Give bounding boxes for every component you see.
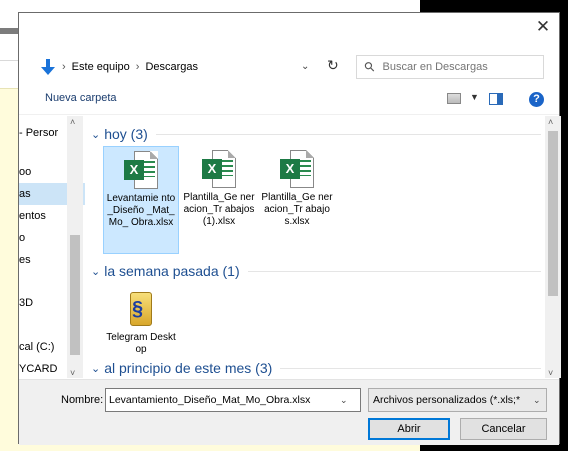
- scroll-thumb[interactable]: [70, 235, 80, 355]
- search-box[interactable]: ⚲: [356, 55, 544, 79]
- scroll-thumb[interactable]: [548, 131, 558, 296]
- breadcrumb-separator: ›: [135, 61, 140, 73]
- breadcrumb-este-equipo[interactable]: Este equipo: [72, 61, 130, 73]
- group-divider: [155, 133, 541, 135]
- file-item[interactable]: § Telegram Desktop: [103, 284, 179, 358]
- address-row: › Este equipo › Descargas ⌄ ↻ ⚲: [19, 53, 559, 81]
- scroll-up-icon[interactable]: ˄: [548, 117, 553, 127]
- search-icon: ⚲: [360, 57, 379, 76]
- navigation-scrollbar[interactable]: ˄ ˅: [67, 116, 83, 378]
- download-arrow-icon: [41, 59, 55, 75]
- group-header-la-semana-pasada[interactable]: ⌄ la semana pasada (1): [91, 261, 541, 281]
- scroll-down-icon[interactable]: ˅: [548, 368, 553, 378]
- view-options-dropdown-icon[interactable]: ▼: [470, 92, 479, 102]
- file-name: Telegram Desktop: [106, 332, 176, 355]
- excel-icon: X: [280, 150, 314, 190]
- filename-input[interactable]: [106, 394, 334, 406]
- search-input[interactable]: [382, 61, 523, 73]
- open-file-dialog: ✕ › Este equipo › Descargas ⌄ ↻ ⚲ Nueva …: [18, 12, 561, 445]
- excel-icon: X: [124, 151, 158, 191]
- refresh-icon[interactable]: ↻: [327, 57, 339, 74]
- new-folder-button[interactable]: Nueva carpeta: [45, 92, 117, 104]
- file-item[interactable]: X Plantilla_Ge neracion_Tr abajos.xlsx: [259, 146, 335, 254]
- group-header-al-principio-de-este-mes[interactable]: ⌄ al principio de este mes (3): [91, 358, 541, 378]
- chevron-down-icon[interactable]: ⌄: [301, 61, 309, 72]
- dialog-footer: Nombre: ⌄ Archivos personalizados (*.xls…: [19, 379, 559, 445]
- breadcrumb-descargas[interactable]: Descargas: [145, 61, 198, 73]
- file-item[interactable]: X Plantilla_Ge neracion_Tr abajos (1).xl…: [181, 146, 257, 254]
- file-name: Plantilla_Ge neracion_Tr abajos (1).xlsx: [183, 192, 255, 227]
- chevron-down-icon: ⌄: [91, 362, 101, 375]
- help-button[interactable]: ?: [529, 92, 544, 107]
- file-item[interactable]: X Levantamie nto_Diseño _Mat_Mo_ Obra.xl…: [103, 146, 179, 254]
- scroll-down-icon[interactable]: ˅: [70, 368, 75, 378]
- chevron-down-icon: ⌄: [91, 265, 101, 278]
- group-label: la semana pasada (1): [104, 263, 240, 279]
- breadcrumb-separator: ›: [62, 61, 66, 73]
- chevron-down-icon: ⌄: [533, 394, 541, 405]
- file-name: Plantilla_Ge neracion_Tr abajos.xlsx: [261, 192, 333, 227]
- file-list-pane: ⌄ hoy (3) X Levantamie nto_Diseño _Mat_M…: [87, 116, 543, 378]
- group-header-hoy[interactable]: ⌄ hoy (3): [91, 124, 541, 144]
- group-label: al principio de este mes (3): [104, 360, 273, 376]
- chevron-down-icon: ⌄: [91, 128, 101, 141]
- filename-label: Nombre:: [61, 394, 104, 406]
- excel-icon: X: [202, 150, 236, 190]
- close-button[interactable]: ✕: [529, 15, 557, 39]
- change-view-icon[interactable]: [447, 93, 461, 104]
- scroll-up-icon[interactable]: ˄: [70, 117, 75, 127]
- filename-combobox[interactable]: ⌄: [105, 388, 361, 412]
- telegram-folder-icon: §: [124, 290, 158, 328]
- chevron-down-icon[interactable]: ⌄: [340, 395, 348, 406]
- group-label: hoy (3): [104, 126, 148, 142]
- filetype-select[interactable]: Archivos personalizados (*.xls;* ⌄: [368, 388, 547, 412]
- group-divider: [280, 367, 541, 369]
- preview-pane-icon[interactable]: [489, 93, 503, 105]
- file-name: Levantamie nto_Diseño _Mat_Mo_ Obra.xlsx: [106, 193, 176, 228]
- toolbar: Nueva carpeta ▼ ?: [19, 87, 559, 115]
- cancel-button[interactable]: Cancelar: [460, 418, 547, 440]
- filetype-value: Archivos personalizados (*.xls;*: [373, 394, 521, 406]
- open-button[interactable]: Abrir: [368, 418, 450, 440]
- group-divider: [247, 270, 541, 272]
- file-list-scrollbar[interactable]: ˄ ˅: [545, 116, 561, 378]
